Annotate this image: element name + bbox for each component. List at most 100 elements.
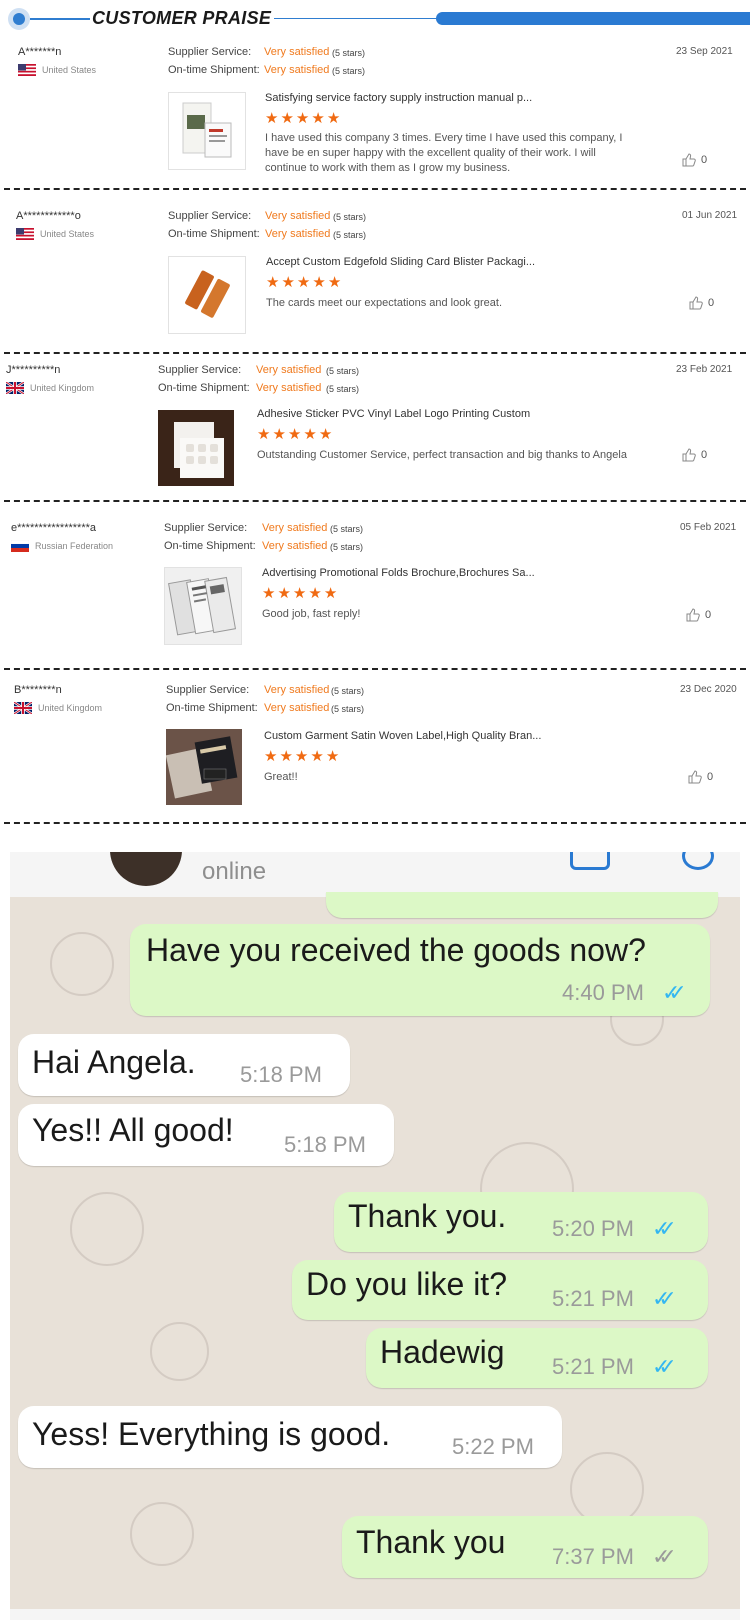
country-name: United States <box>42 65 97 75</box>
shipment-rating: Very satisfied <box>264 64 330 76</box>
message-bubble-outgoing[interactable]: Have you received the goods now? 4:40 PM… <box>130 924 710 1016</box>
thumbs-up-icon <box>682 448 696 462</box>
star-icon: ★ <box>312 274 326 291</box>
product-thumbnail[interactable] <box>166 729 242 805</box>
message-text: Hai Angela. <box>32 1044 196 1080</box>
star-icon: ★ <box>281 274 295 291</box>
star-icon: ★ <box>295 110 310 127</box>
rating-stars: ★ ★ ★ ★ ★ <box>262 586 337 601</box>
call-icon[interactable] <box>682 852 714 870</box>
product-title[interactable]: Satisfying service factory supply instru… <box>265 92 532 104</box>
star-icon: ★ <box>294 748 309 765</box>
divider <box>4 188 746 190</box>
message-bubble-outgoing[interactable]: Do you like it? 5:21 PM ✓✓ <box>292 1260 708 1320</box>
message-text: Yess! Everything is good. <box>32 1416 391 1452</box>
thumbs-up-icon <box>689 296 703 310</box>
product-thumbnail[interactable] <box>168 92 246 170</box>
like-count: 0 <box>701 449 708 461</box>
like-button[interactable]: 0 <box>682 448 707 462</box>
review-comment: The cards meet our expectations and look… <box>266 297 503 309</box>
contact-avatar[interactable] <box>110 852 182 886</box>
review-date: 23 Sep 2021 <box>676 46 733 57</box>
country-name: United Kingdom <box>30 383 95 393</box>
shipment-label: On-time Shipment: <box>158 382 250 394</box>
divider <box>4 352 746 354</box>
message-bubble-incoming[interactable]: Yess! Everything is good. 5:22 PM <box>18 1406 562 1468</box>
shipment-stars: (5 stars) <box>333 230 367 240</box>
like-button[interactable]: 0 <box>682 153 707 167</box>
us-flag-icon <box>18 64 36 76</box>
wallpaper-doodle <box>130 1502 194 1566</box>
message-time: 4:40 PM <box>562 980 644 1005</box>
review-date: 23 Dec 2020 <box>680 684 737 695</box>
star-icon: ★ <box>318 426 333 443</box>
star-icon: ★ <box>265 110 279 127</box>
review-comment: Outstanding Customer Service, perfect tr… <box>257 449 627 461</box>
like-button[interactable]: 0 <box>688 770 713 784</box>
like-button[interactable]: 0 <box>686 608 711 622</box>
message-bubble-incoming[interactable]: Yes!! All good! 5:18 PM <box>18 1104 394 1166</box>
shipment-stars: (5 stars) <box>331 704 365 714</box>
message-time: 7:37 PM <box>552 1544 634 1569</box>
thumbs-up-icon <box>682 153 696 167</box>
message-bubble-outgoing[interactable]: Thank you. 5:20 PM ✓✓ <box>334 1192 708 1252</box>
shipment-label: On-time Shipment: <box>168 64 260 76</box>
header-line-left <box>30 18 90 20</box>
shipment-stars: (5 stars) <box>326 384 360 394</box>
supplier-service-rating: Very satisfied <box>264 46 330 58</box>
star-icon: ★ <box>325 748 340 765</box>
message-text: Hadewig <box>380 1334 505 1370</box>
star-icon: ★ <box>257 426 271 443</box>
supplier-service-label: Supplier Service: <box>168 210 252 222</box>
product-title[interactable]: Advertising Promotional Folds Brochure,B… <box>262 567 535 579</box>
supplier-service-label: Supplier Service: <box>166 684 250 696</box>
reviewer-name: A*******n <box>18 46 62 58</box>
star-icon: ★ <box>264 748 278 765</box>
supplier-service-label: Supplier Service: <box>168 46 252 58</box>
star-icon: ★ <box>262 585 276 602</box>
contact-status: online <box>202 858 267 885</box>
russia-flag-icon <box>11 540 29 552</box>
product-title[interactable]: Custom Garment Satin Woven Label,High Qu… <box>264 730 541 742</box>
message-bubble-outgoing[interactable]: Hadewig 5:21 PM ✓✓ <box>366 1328 708 1388</box>
message-time: 5:22 PM <box>452 1434 534 1459</box>
rating-stars: ★ ★ ★ ★ ★ <box>266 275 341 290</box>
product-thumbnail[interactable] <box>158 410 234 486</box>
header-dot-icon <box>8 8 30 30</box>
shipment-rating: Very satisfied <box>264 702 330 714</box>
supplier-service-stars: (5 stars) <box>332 48 366 58</box>
uk-flag-icon <box>14 702 32 714</box>
us-flag-icon <box>16 228 34 240</box>
message-text: Have you received the goods now? <box>146 932 646 968</box>
review-date: 01 Jun 2021 <box>682 210 738 221</box>
shipment-label: On-time Shipment: <box>166 702 258 714</box>
message-text: Thank you <box>356 1524 506 1560</box>
product-title[interactable]: Accept Custom Edgefold Sliding Card Blis… <box>266 256 535 268</box>
message-time: 5:21 PM <box>552 1286 634 1311</box>
video-call-icon[interactable] <box>570 852 610 870</box>
review-card: J**********n United Kingdom Supplier Ser… <box>0 356 750 496</box>
message-bubble-incoming[interactable]: Hai Angela. 5:18 PM <box>18 1034 350 1096</box>
delivered-receipt-icon: ✓✓ <box>652 1544 677 1569</box>
reviewer-country: United Kingdom <box>6 382 94 394</box>
reviewer-country: Russian Federation <box>11 540 113 552</box>
message-bubble-outgoing[interactable]: Thank you 7:37 PM ✓✓ <box>342 1516 708 1578</box>
star-icon: ★ <box>287 426 302 443</box>
star-icon: ★ <box>327 274 342 291</box>
review-card: A************o United States Supplier Se… <box>0 204 750 344</box>
like-button[interactable]: 0 <box>689 296 714 310</box>
product-thumbnail[interactable] <box>164 567 242 645</box>
product-title[interactable]: Adhesive Sticker PVC Vinyl Label Logo Pr… <box>257 408 530 420</box>
section-header: CUSTOMER PRAISE <box>0 0 750 40</box>
chat-screenshot: online Have you received the goods now? … <box>10 852 740 1609</box>
review-comment: Good job, fast reply! <box>262 608 361 620</box>
shipment-stars: (5 stars) <box>330 542 364 552</box>
reviewer-name: e*****************a <box>11 522 97 534</box>
review-card: B********n United Kingdom Supplier Servi… <box>0 680 750 820</box>
review-date: 23 Feb 2021 <box>676 364 733 375</box>
shipment-rating: Very satisfied <box>256 382 322 394</box>
thumbs-up-icon <box>686 608 700 622</box>
star-icon: ★ <box>277 585 291 602</box>
chat-input-bar <box>10 1609 740 1620</box>
product-thumbnail[interactable] <box>168 256 246 334</box>
